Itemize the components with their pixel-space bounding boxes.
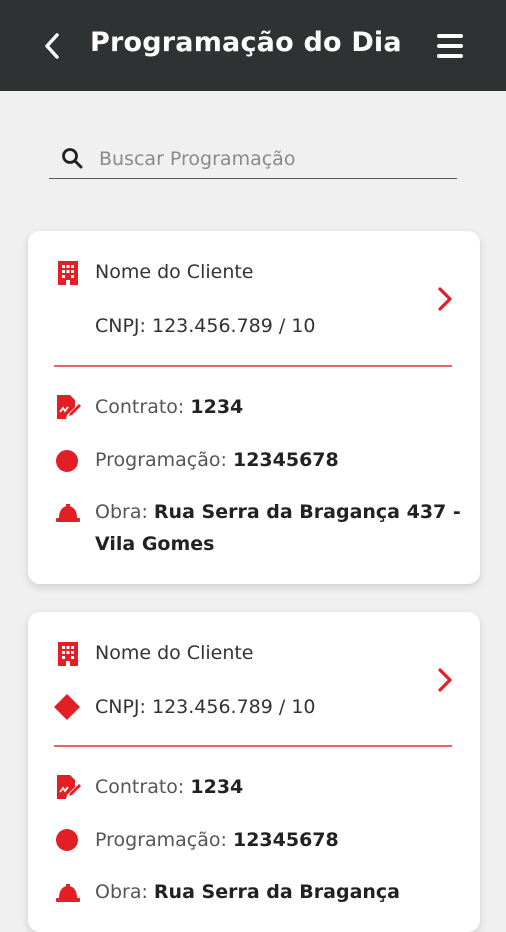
client-name: Nome do Cliente xyxy=(95,261,254,283)
contract-label: Contrato: xyxy=(95,396,185,418)
cnpj-text: CNPJ: 123.456.789 / 10 xyxy=(95,696,316,718)
search-input[interactable] xyxy=(97,142,451,176)
program-label: Programação: xyxy=(95,829,227,851)
program-value: 12345678 xyxy=(232,829,339,851)
program-dot-icon xyxy=(56,450,78,472)
hamburger-menu-icon[interactable] xyxy=(436,32,464,60)
hard-hat-icon xyxy=(56,884,80,902)
contract-value: 1234 xyxy=(190,396,244,418)
contract-signature-icon xyxy=(57,395,81,419)
program-dot-icon xyxy=(56,829,78,851)
chevron-right-icon[interactable] xyxy=(434,665,456,695)
contract-signature-icon xyxy=(57,775,81,799)
building-icon xyxy=(58,642,78,666)
cnpj-text: CNPJ: 123.456.789 / 10 xyxy=(95,315,316,337)
contract-value: 1234 xyxy=(190,776,244,798)
client-name: Nome do Cliente xyxy=(95,642,254,664)
chevron-right-icon[interactable] xyxy=(434,284,456,314)
contract-label: Contrato: xyxy=(95,776,185,798)
search-icon xyxy=(62,148,83,169)
search-bar xyxy=(49,140,457,179)
hard-hat-icon xyxy=(56,504,80,522)
program-label: Programação: xyxy=(95,449,227,471)
schedule-card[interactable]: Nome do Cliente CNPJ: 123.456.789 / 10 C… xyxy=(28,231,480,584)
work-address: Rua Serra da Bragança 437 - Vila Gomes xyxy=(95,501,461,555)
page-title: Programação do Dia xyxy=(90,27,402,58)
work-label: Obra: xyxy=(95,501,148,523)
chevron-left-icon[interactable] xyxy=(40,28,64,64)
building-icon xyxy=(58,261,78,285)
divider xyxy=(54,745,452,747)
divider xyxy=(54,365,452,367)
program-value: 12345678 xyxy=(232,449,339,471)
diamond-icon xyxy=(54,694,80,720)
top-app-bar: Programação do Dia xyxy=(0,0,506,91)
schedule-card[interactable]: Nome do Cliente CNPJ: 123.456.789 / 10 C… xyxy=(28,612,480,932)
